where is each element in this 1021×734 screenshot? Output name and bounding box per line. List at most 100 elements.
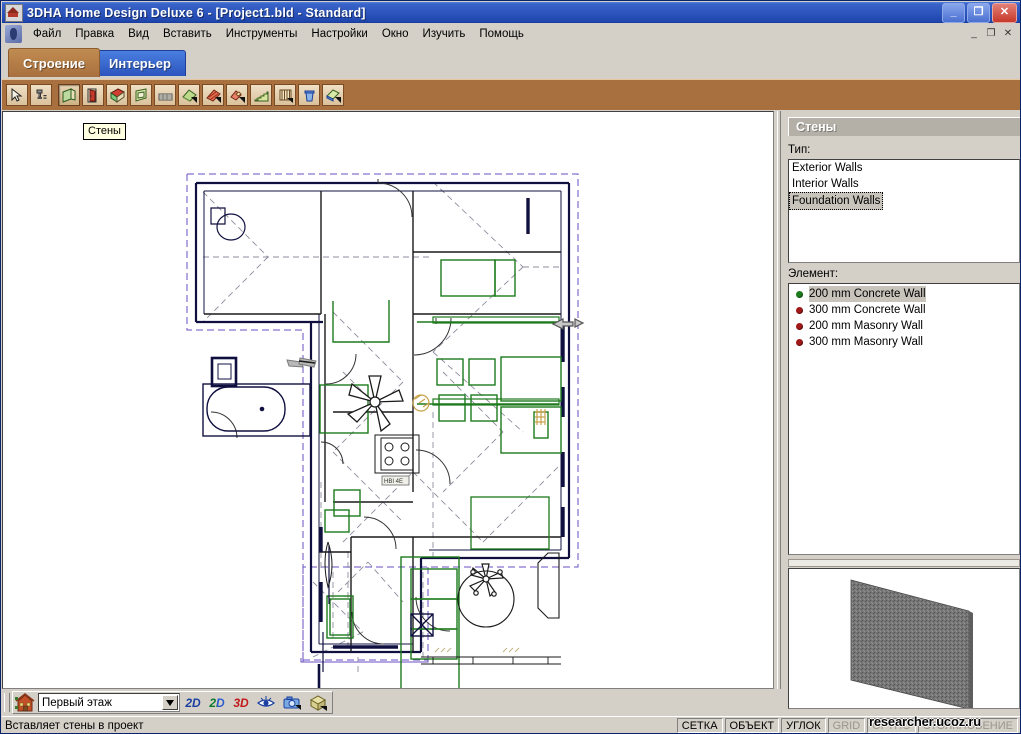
minimize-button[interactable]: _ [942,2,965,23]
mdi-restore-button[interactable]: ❐ [983,27,999,41]
camera-icon[interactable] [280,692,304,713]
maximize-icon: ❐ [973,6,984,18]
mdi-close-button[interactable]: ✕ [1000,27,1016,41]
eye-walkthrough-icon[interactable] [254,692,278,713]
list-item-label: Exterior Walls [792,162,863,174]
maximize-button[interactable]: ❐ [967,2,990,23]
preview-toolbar-strip [788,559,1020,567]
document-icon [5,25,22,43]
menu-edit[interactable]: Правка [68,25,121,43]
menu-view[interactable]: Вид [121,25,156,43]
close-icon: ✕ [999,6,1010,18]
type-label: Тип: [788,144,811,156]
tab-stroenie-label: Строение [23,55,85,71]
roof-tool[interactable] [178,84,200,106]
status-cell-obekt[interactable]: ОБЪЕКТ [724,718,780,733]
mdi-window-controls: _ ❐ ✕ [966,27,1016,41]
paint-properties-tool[interactable] [30,84,52,106]
cube-3d-icon[interactable] [306,692,330,713]
status-cell-grid[interactable]: GRID [827,718,866,733]
list-item-label: 300 mm Masonry Wall [809,336,923,348]
floor-select-value: Первый этаж [42,696,112,709]
panel-splitter[interactable] [774,111,784,689]
railing-tool[interactable] [274,84,296,106]
tab-interier-label: Интерьер [109,56,171,71]
roof-plane-tool[interactable] [202,84,224,106]
floorplan-canvas[interactable]: Стены HBI 4E [2,111,774,689]
dormer-tool[interactable] [226,84,248,106]
window-controls: _ ❐ ✕ [942,2,1017,23]
title-bar: 3DHA Home Design Deluxe 6 - [Project1.bl… [2,2,1020,23]
view-2d-color[interactable]: 2D [206,692,228,713]
element-color-dot-icon [796,290,803,298]
view-2d-plan[interactable]: 2D [182,692,204,713]
view-3d-label: 3D [233,695,249,710]
wall-tool[interactable] [58,84,80,106]
deck-tool[interactable] [322,84,344,106]
status-cell-setka[interactable]: СЕТКА [676,718,723,733]
element-3d-preview [788,568,1020,709]
element-color-dot-icon [796,322,803,330]
site-watermark: researcher.ucoz.ru [869,714,982,729]
floor-tool[interactable] [154,84,176,106]
tab-strip: Строение Интерьер [2,45,1020,81]
toolbar-group-build [58,84,344,106]
menu-settings[interactable]: Настройки [304,25,374,43]
window-tool[interactable] [106,84,128,106]
tab-stroenie[interactable]: Строение [8,48,100,77]
element-color-dot-icon [796,338,803,346]
minimize-icon: _ [950,6,957,18]
house-floor-icon[interactable] [15,692,36,713]
chevron-down-icon[interactable] [162,695,178,710]
menu-file[interactable]: Файл [26,25,68,43]
status-bar: Вставляет стены в проект СЕТКА ОБЪЕКТ УГ… [2,716,1020,733]
stairs-tool[interactable] [250,84,272,106]
list-item-300mm-concrete-wall[interactable]: 300 mm Concrete Wall [789,302,1019,318]
bottom-toolbar: Первый этаж 2D 2D 3D [2,689,774,716]
menu-help[interactable]: Помощь [472,25,530,43]
mdi-minimize-button[interactable]: _ [966,27,982,41]
properties-panel: Стены Тип: Exterior Walls Interior Walls… [784,111,1020,713]
wall-type-list[interactable]: Exterior Walls Interior Walls Foundation… [788,159,1020,263]
floor-selector-group: Первый этаж 2D 2D 3D [12,691,333,714]
column-tool[interactable] [298,84,320,106]
main-toolbar [2,79,1020,110]
view-2d-plan-label: 2D [185,695,201,710]
floor-select[interactable]: Первый этаж [38,693,180,712]
close-button[interactable]: ✕ [992,2,1017,23]
panel-title: Стены [788,117,1020,136]
menu-window[interactable]: Окно [375,25,416,43]
view-3d[interactable]: 3D [230,692,252,713]
select-arrow-tool[interactable] [6,84,28,106]
tab-interier[interactable]: Интерьер [94,50,186,76]
toolbar-group-select [6,84,52,106]
view-2d-color-label: 2D [209,695,225,710]
menu-learn[interactable]: Изучить [416,25,473,43]
list-item-foundation-walls[interactable]: Foundation Walls [789,192,884,210]
status-cell-uglok[interactable]: УГЛОК [781,718,826,733]
door-tool[interactable] [82,84,104,106]
list-item-exterior-walls[interactable]: Exterior Walls [789,160,1019,176]
element-label: Элемент: [788,268,839,280]
list-item-200mm-concrete-wall[interactable]: 200 mm Concrete Wall [789,286,1019,302]
list-item-label: Foundation Walls [792,195,881,207]
list-item-300mm-masonry-wall[interactable]: 300 mm Masonry Wall [789,334,1019,350]
application-window: 3DHA Home Design Deluxe 6 - [Project1.bl… [0,0,1021,734]
list-item-label: 300 mm Concrete Wall [809,304,926,316]
list-item-interior-walls[interactable]: Interior Walls [789,176,1019,192]
opening-tool[interactable] [130,84,152,106]
list-item-label: 200 mm Concrete Wall [809,286,926,302]
wall-tool-tooltip: Стены [83,123,126,140]
menu-bar: Файл Правка Вид Вставить Инструменты Нас… [2,23,1020,45]
list-item-200mm-masonry-wall[interactable]: 200 mm Masonry Wall [789,318,1019,334]
list-item-label: Interior Walls [792,178,859,190]
toolbar-grip[interactable] [4,693,10,712]
concrete-wall-3d-shape [850,579,973,708]
menu-insert[interactable]: Вставить [156,25,219,43]
menu-tools[interactable]: Инструменты [219,25,305,43]
floorplan-drawing: HBI 4E [186,173,585,688]
wall-element-list[interactable]: 200 mm Concrete Wall 300 mm Concrete Wal… [788,283,1020,555]
list-item-label: 200 mm Masonry Wall [809,320,923,332]
app-house-icon [5,3,23,22]
status-message: Вставляет стены в проект [5,719,144,732]
